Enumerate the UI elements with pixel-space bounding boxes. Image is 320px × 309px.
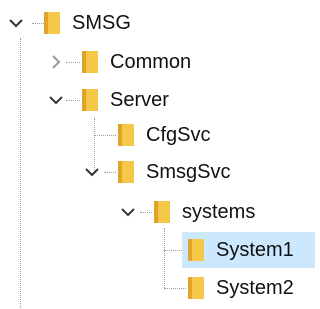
- folder-icon: [82, 89, 98, 111]
- chevron-down-icon[interactable]: [6, 13, 26, 33]
- tree-node-label: systems: [182, 201, 256, 223]
- tree-node-smsg[interactable]: SMSG: [0, 6, 200, 40]
- tree-node-systems[interactable]: systems: [112, 195, 312, 229]
- tree-node-cfgsvc[interactable]: CfgSvc: [114, 118, 294, 152]
- tree-node-label: SmsgSvc: [146, 161, 231, 183]
- tree-connector: [94, 135, 116, 136]
- folder-icon: [118, 124, 134, 146]
- tree-node-label: CfgSvc: [146, 124, 211, 146]
- tree-node-system1[interactable]: System1: [182, 233, 315, 267]
- chevron-right-icon[interactable]: [46, 52, 66, 72]
- tree-connector: [164, 228, 165, 288]
- tree-node-server[interactable]: Server: [40, 83, 240, 117]
- tree-connector: [20, 38, 21, 308]
- tree-node-label: System2: [216, 277, 294, 299]
- folder-icon: [188, 239, 204, 261]
- folder-icon: [154, 201, 170, 223]
- folder-icon: [82, 51, 98, 73]
- folder-icon: [44, 12, 60, 34]
- chevron-down-icon[interactable]: [46, 90, 66, 110]
- folder-icon: [118, 161, 134, 183]
- tree-node-common[interactable]: Common: [40, 45, 240, 79]
- tree-node-label: Server: [110, 89, 169, 111]
- chevron-down-icon[interactable]: [118, 202, 138, 222]
- tree-node-system2[interactable]: System2: [182, 271, 315, 305]
- chevron-down-icon[interactable]: [82, 162, 102, 182]
- tree-node-smsgsvc[interactable]: SmsgSvc: [76, 155, 276, 189]
- tree-node-label: System1: [216, 239, 294, 261]
- tree-node-label: Common: [110, 51, 192, 73]
- folder-tree: SMSG Common Server CfgSvc SmsgSvc system…: [0, 0, 315, 309]
- folder-icon: [188, 277, 204, 299]
- tree-node-label: SMSG: [72, 12, 131, 34]
